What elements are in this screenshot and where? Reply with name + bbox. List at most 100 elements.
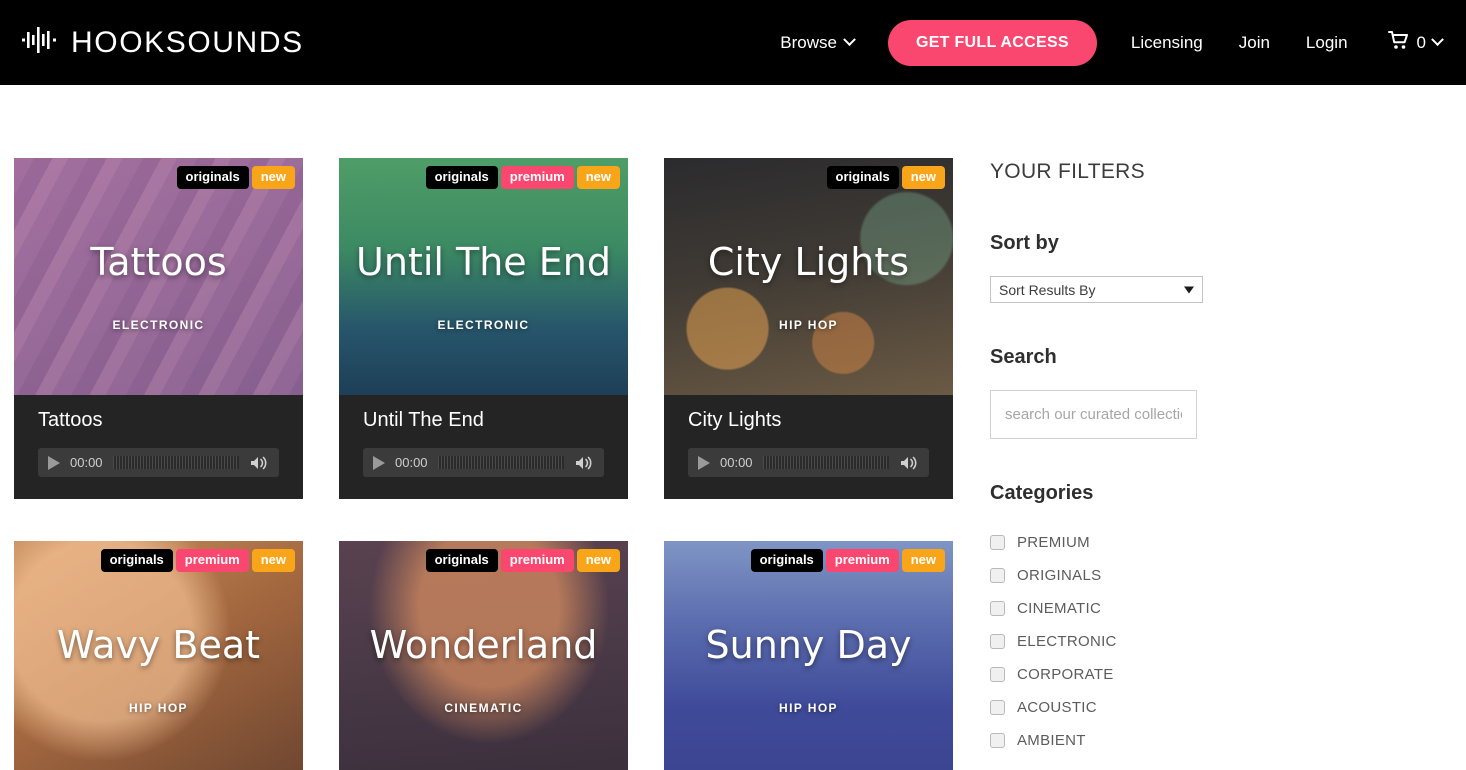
track-thumbnail[interactable]: originals premium new Sunny Day HIP HOP [664,541,953,770]
artwork-title: Wonderland [369,622,598,667]
nav-item-licensing[interactable]: Licensing [1113,33,1221,53]
badge-premium: premium [175,549,249,573]
track-card[interactable]: originals premium new Until The End ELEC… [339,158,628,499]
track-thumbnail[interactable]: originals premium new Until The End ELEC… [339,158,628,395]
category-row-acoustic[interactable]: ACOUSTIC [990,691,1290,724]
category-label: PREMIUM [1017,534,1090,551]
audio-player[interactable]: 00:00 [688,448,929,477]
category-label: CINEMATIC [1017,600,1102,617]
checkbox-electronic[interactable] [990,634,1005,649]
category-row-originals[interactable]: ORIGINALS [990,559,1290,592]
badge-new: new [901,166,945,190]
badge-originals: originals [176,166,249,190]
category-row-cinematic[interactable]: CINEMATIC [990,592,1290,625]
nav-item-browse[interactable]: Browse [762,33,872,53]
badge-originals: originals [100,549,173,573]
category-row-ambient[interactable]: AMBIENT [990,724,1290,757]
get-full-access-button[interactable]: GET FULL ACCESS [887,19,1097,66]
category-row-corporate[interactable]: CORPORATE [990,658,1290,691]
category-label: ACOUSTIC [1017,699,1097,716]
categories-heading: Categories [990,482,1094,504]
badge-group: originals premium new [750,549,945,573]
badge-new: new [576,549,620,573]
search-heading: Search [990,346,1057,368]
sort-select-wrap[interactable]: Sort Results By [990,276,1203,303]
search-input[interactable] [990,390,1197,439]
track-card[interactable]: originals new City Lights HIP HOP City L… [664,158,953,499]
shopping-cart-icon [1387,30,1410,55]
badge-originals: originals [425,549,498,573]
badge-premium: premium [500,549,574,573]
genre-label: HIP HOP [779,317,838,332]
progress-bar[interactable] [762,456,889,469]
site-header: HOOKSOUNDS Browse GET FULL ACCESS Licens… [0,0,1466,85]
nav-item-label: Licensing [1130,32,1203,52]
categories-list: PREMIUM ORIGINALS CINEMATIC ELECTRONIC C… [990,526,1290,757]
site-logo[interactable]: HOOKSOUNDS [22,25,304,60]
artwork-title: Until The End [356,239,611,284]
badge-group: originals premium new [100,549,295,573]
track-card[interactable]: originals new Tattoos ELECTRONIC Tattoos… [14,158,303,499]
genre-label: ELECTRONIC [437,317,530,332]
nav-item-join[interactable]: Join [1221,33,1288,53]
track-card[interactable]: originals premium new Wonderland CINEMAT… [339,541,628,770]
sort-by-heading: Sort by [990,232,1059,254]
search-section: Search [990,346,1290,439]
badge-premium: premium [500,166,574,190]
play-icon[interactable] [48,455,60,470]
play-icon[interactable] [698,455,710,470]
cart-count: 0 [1416,32,1426,52]
track-thumbnail[interactable]: originals new Tattoos ELECTRONIC [14,158,303,395]
nav-item-login[interactable]: Login [1288,33,1366,53]
track-thumbnail[interactable]: originals new City Lights HIP HOP [664,158,953,395]
badge-new: new [251,166,295,190]
badge-premium: premium [825,549,899,573]
track-grid: originals new Tattoos ELECTRONIC Tattoos… [14,158,954,770]
genre-label: HIP HOP [779,700,838,715]
progress-bar[interactable] [112,456,239,469]
track-card[interactable]: originals premium new Wavy Beat HIP HOP … [14,541,303,770]
checkbox-acoustic[interactable] [990,700,1005,715]
category-row-electronic[interactable]: ELECTRONIC [990,625,1290,658]
cart-button[interactable]: 0 [1366,30,1444,55]
category-label: CORPORATE [1017,666,1114,683]
audio-player[interactable]: 00:00 [363,448,604,477]
sort-select[interactable]: Sort Results By [990,276,1203,303]
checkbox-cinematic[interactable] [990,601,1005,616]
artwork-title: Sunny Day [705,622,912,667]
artwork-title: City Lights [707,239,910,284]
volume-icon[interactable] [574,455,594,471]
play-icon[interactable] [373,455,385,470]
category-row-premium[interactable]: PREMIUM [990,526,1290,559]
artwork-title: Tattoos [90,239,227,284]
genre-label: CINEMATIC [444,700,523,715]
track-card[interactable]: originals premium new Sunny Day HIP HOP … [664,541,953,770]
track-title: Tattoos [38,409,103,431]
badge-new: new [901,549,945,573]
checkbox-originals[interactable] [990,568,1005,583]
track-title: Until The End [363,409,484,431]
checkbox-ambient[interactable] [990,733,1005,748]
progress-bar[interactable] [437,456,564,469]
genre-label: HIP HOP [129,700,188,715]
audio-player[interactable]: 00:00 [38,448,279,477]
filters-sidebar: YOUR FILTERS Sort by Sort Results By Sea… [990,158,1290,770]
categories-section: Categories PREMIUM ORIGINALS CINEMATIC E… [990,482,1290,757]
checkbox-premium[interactable] [990,535,1005,550]
volume-icon[interactable] [899,455,919,471]
player-time: 00:00 [70,455,103,470]
track-info: Tattoos 00:00 [14,395,303,499]
chevron-down-icon [1431,33,1444,47]
checkbox-corporate[interactable] [990,667,1005,682]
badge-new: new [576,166,620,190]
track-thumbnail[interactable]: originals premium new Wonderland CINEMAT… [339,541,628,770]
track-info: Until The End 00:00 [339,395,628,499]
nav-item-label: Login [1305,32,1348,52]
player-time: 00:00 [395,455,428,470]
chevron-down-icon [843,33,856,47]
track-thumbnail[interactable]: originals premium new Wavy Beat HIP HOP [14,541,303,770]
volume-icon[interactable] [249,455,269,471]
logo-text: HOOKSOUNDS [71,25,304,59]
category-label: ELECTRONIC [1017,633,1117,650]
sort-by-section: Sort by Sort Results By [990,232,1290,303]
